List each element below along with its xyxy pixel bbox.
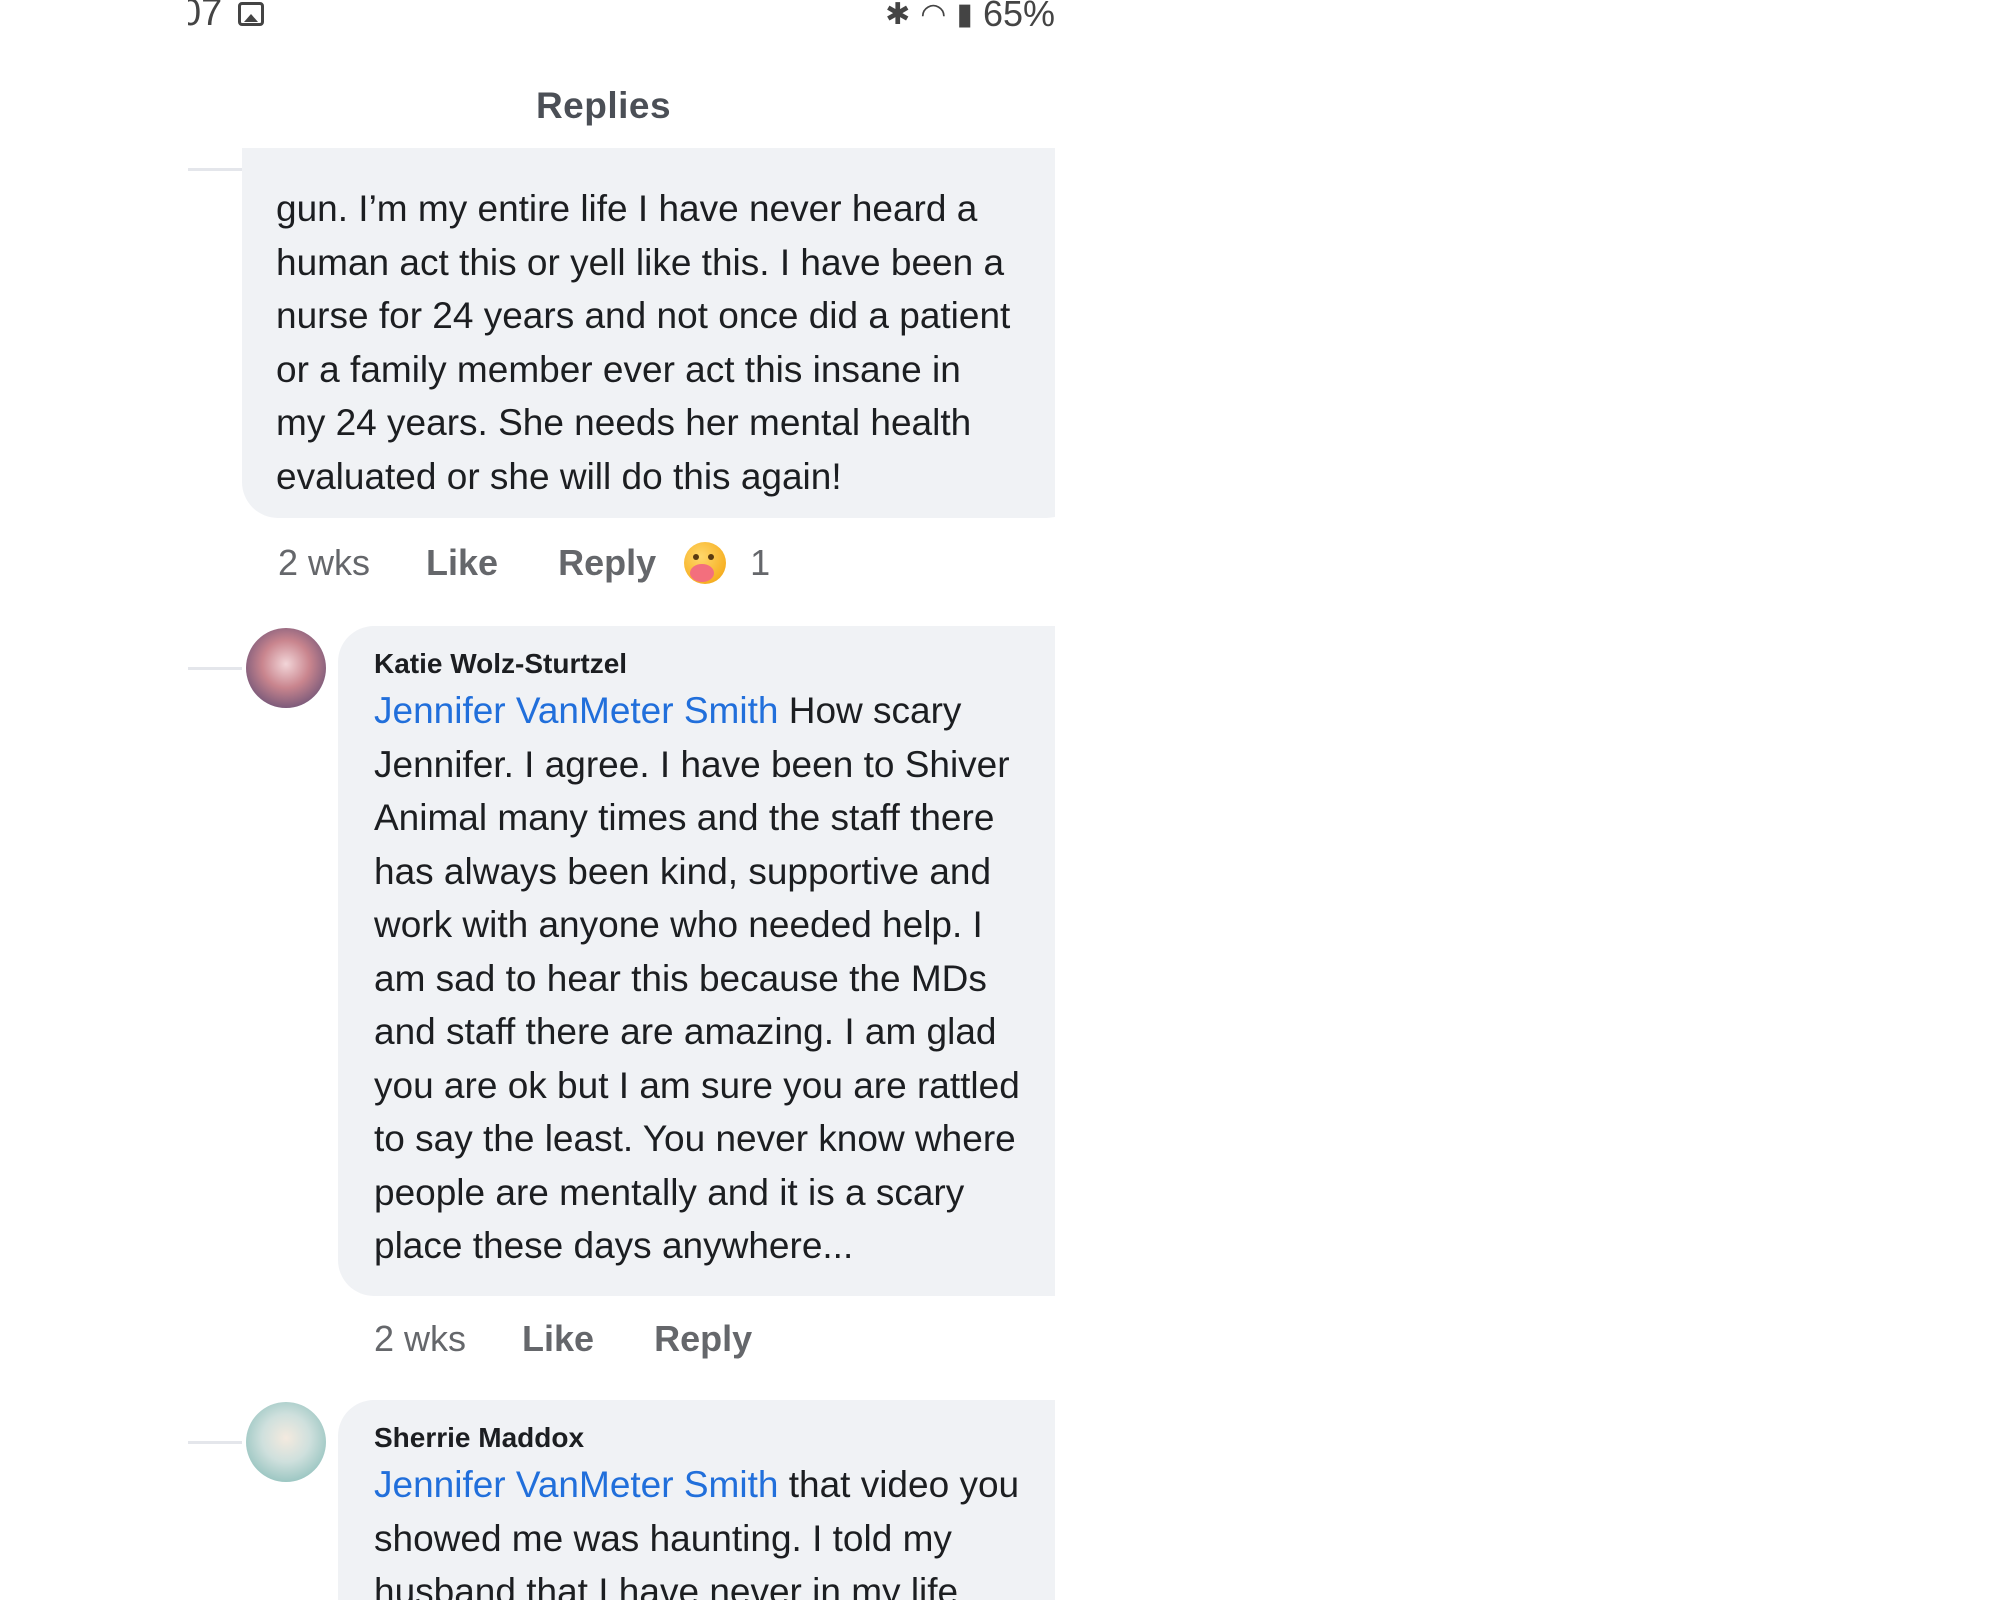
comment-line-rest: How scary (778, 690, 962, 731)
comment-author[interactable]: Katie Wolz-Sturtzel (374, 648, 1055, 680)
comment-line: has always been kind, supportive and (374, 850, 992, 892)
comment-meta: 2 wks Like Reply (374, 1314, 812, 1364)
like-button[interactable]: Like (522, 1318, 594, 1360)
wifi-icon: ◠ (920, 0, 947, 31)
comment-author[interactable]: Sherrie Maddox (374, 1422, 1055, 1454)
comment-bubble[interactable]: Katie Wolz-Sturtzel Jennifer VanMeter Sm… (338, 626, 1055, 1296)
comment-line: showed me was haunting. I told my (374, 1517, 952, 1559)
comment-line-rest: that video you (778, 1464, 1020, 1505)
comment-bubble[interactable]: Sherrie Maddox Jennifer VanMeter Smith t… (338, 1400, 1055, 1600)
status-time: 07 (188, 0, 223, 34)
reaction-count[interactable]: 1 (750, 542, 770, 584)
comment-line: my 24 years. She needs her mental health (276, 402, 972, 443)
status-icons: ✱ ◠ ▮ 65% (885, 0, 1055, 34)
comment-line: gun. I’m my entire life I have never hea… (276, 188, 978, 229)
comment-timestamp: 2 wks (374, 1318, 467, 1359)
mention-link[interactable]: Jennifer VanMeter Smith (374, 690, 778, 731)
signal-icon: ▮ (956, 0, 973, 31)
page-title: Replies (535, 85, 672, 126)
phone-screen: 07 ✱ ◠ ▮ 65% Replies gun. I’m my entire … (188, 0, 1055, 1600)
comment-text: Jennifer VanMeter Smith that video you s… (374, 1458, 1055, 1600)
avatar[interactable] (246, 1402, 326, 1482)
battery-percentage: 65% (982, 0, 1055, 34)
comment-line: Jennifer VanMeter Smith How scary (374, 684, 1055, 738)
bluetooth-icon: ✱ (885, 0, 911, 31)
comment-line: place these days anywhere... (374, 1225, 854, 1266)
reply-button[interactable]: Reply (654, 1318, 752, 1360)
thread-connector (188, 667, 242, 670)
comment-bubble[interactable]: gun. I’m my entire life I have never hea… (242, 148, 1055, 518)
comment-line: work with anyone who needed help. I (374, 904, 983, 945)
comment-line: or a family member ever act this insane … (276, 348, 961, 390)
comment-line: am sad to hear this because the MDs (374, 957, 987, 999)
comment-line: evaluated or she will do this again! (276, 455, 842, 497)
comment-meta: 2 wks Like Reply 1 (278, 538, 770, 588)
thread-connector (188, 1441, 242, 1444)
mention-link[interactable]: Jennifer VanMeter Smith (374, 1464, 778, 1505)
comment-line: you are ok but I am sure you are rattled (374, 1064, 1020, 1106)
comment-line: husband that I have never in my life (374, 1571, 959, 1600)
comment-line: people are mentally and it is a scary (374, 1171, 965, 1213)
avatar[interactable] (246, 628, 326, 708)
like-button[interactable]: Like (426, 542, 498, 584)
care-reaction-icon[interactable] (684, 542, 727, 584)
reply-button[interactable]: Reply (558, 542, 656, 584)
comment-line: human act this or yell like this. I have… (276, 241, 1005, 283)
comment-line: nurse for 24 years and not once did a pa… (276, 295, 1011, 336)
comment-text: Jennifer VanMeter Smith How scary Jennif… (374, 684, 1055, 1273)
comment-text: gun. I’m my entire life I have never hea… (276, 182, 1055, 503)
comment-timestamp: 2 wks (278, 542, 371, 583)
comment-line: Jennifer VanMeter Smith that video you (374, 1458, 1055, 1512)
comment-line: Jennifer. I agree. I have been to Shiver (374, 743, 1010, 785)
image-icon (238, 2, 264, 26)
status-bar: 07 ✱ ◠ ▮ 65% (188, 0, 1055, 44)
comment-line: to say the least. You never know where (374, 1118, 1016, 1159)
comment-line: Animal many times and the staff there (374, 797, 995, 838)
comment-line: and staff there are amazing. I am glad (374, 1011, 997, 1052)
